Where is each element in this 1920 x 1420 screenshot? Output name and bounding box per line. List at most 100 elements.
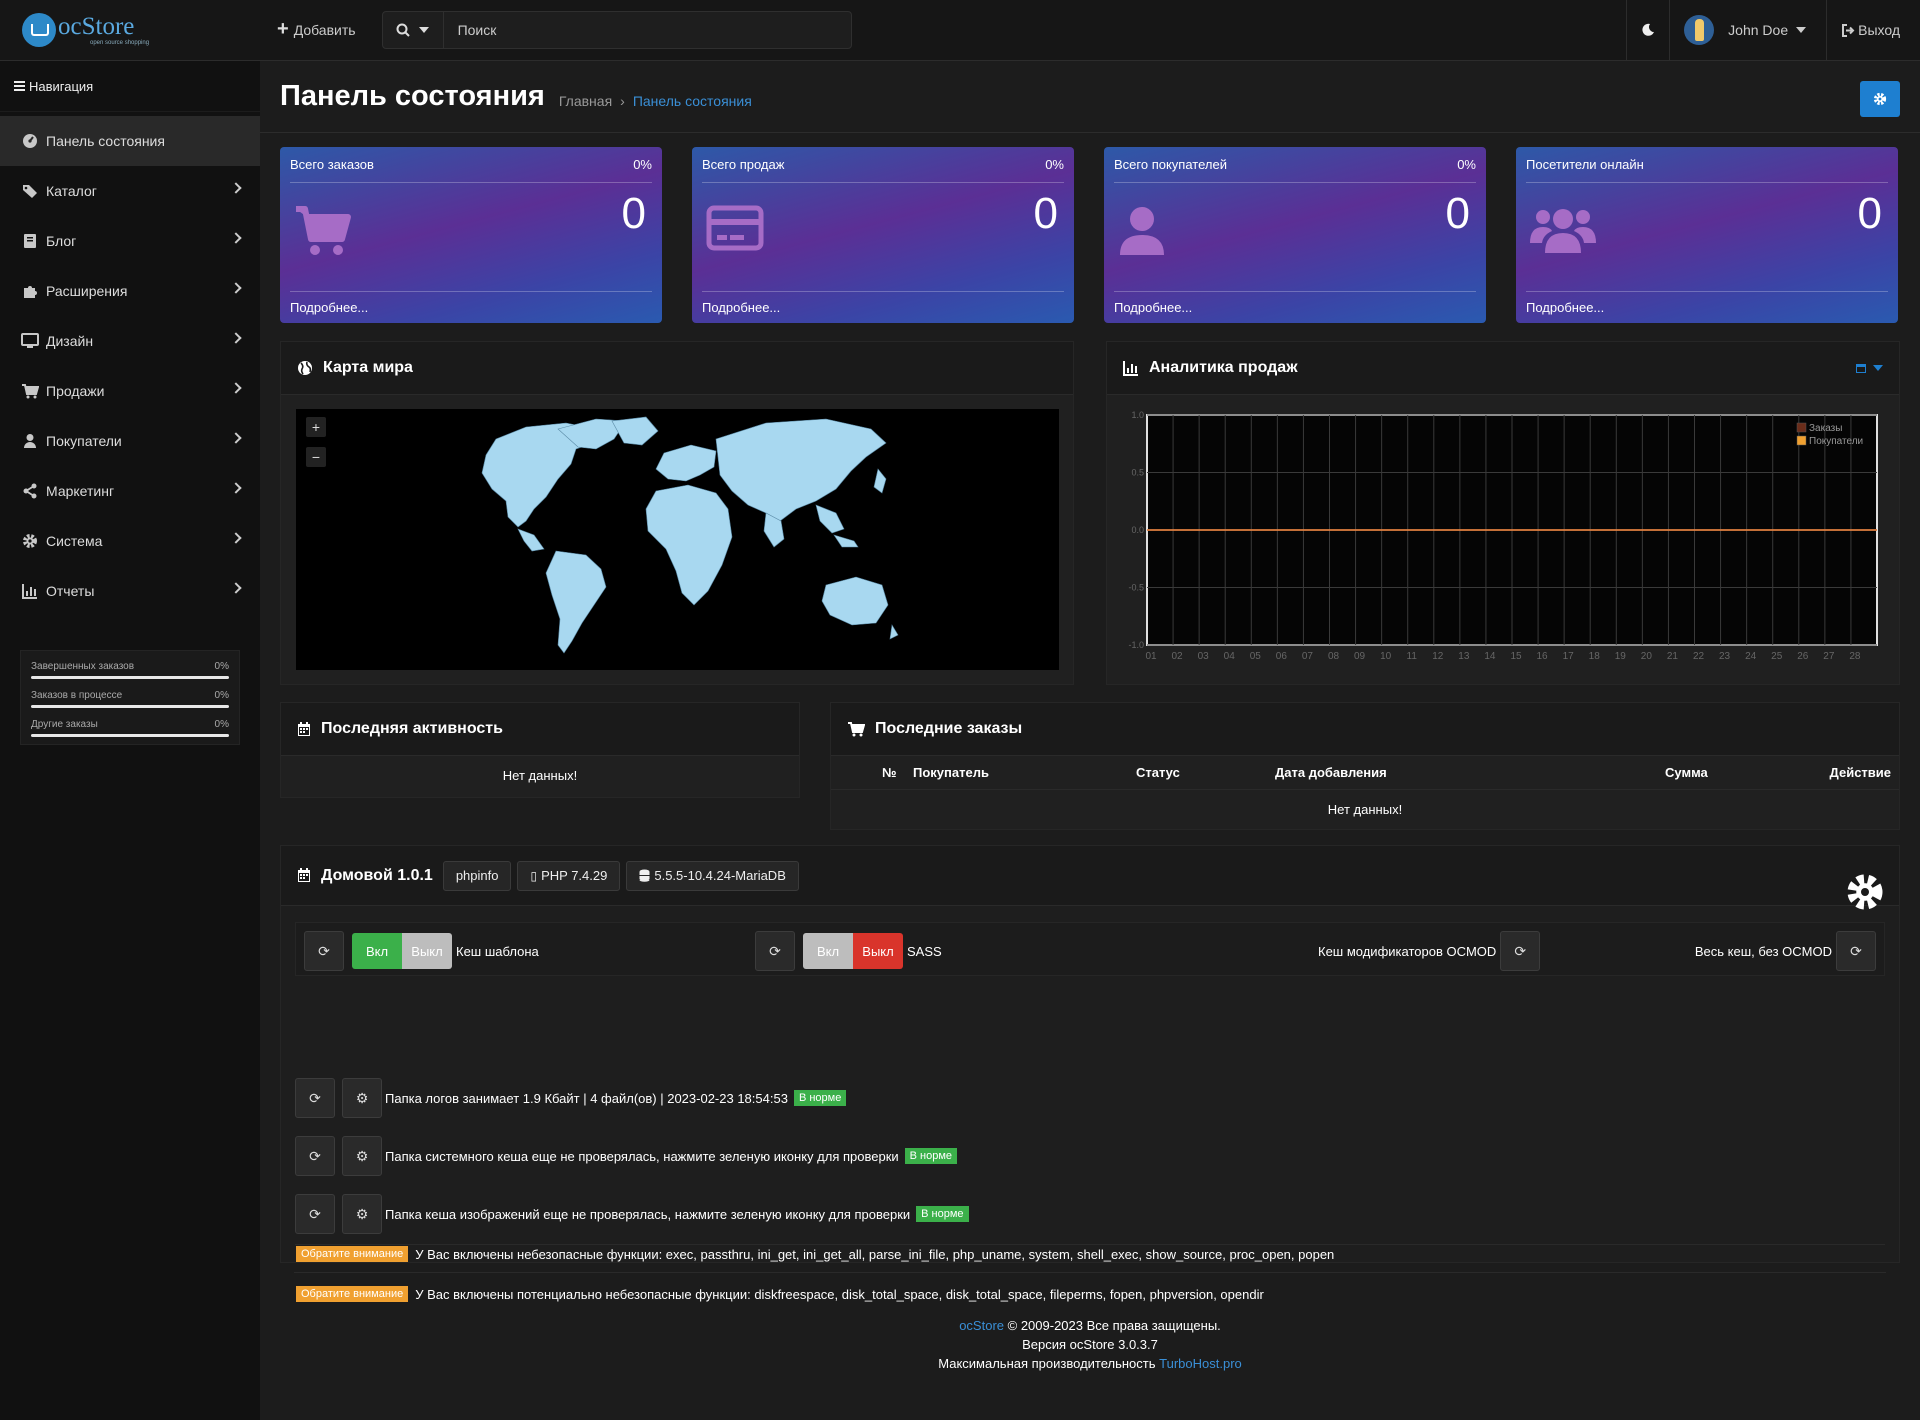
sidebar-item-catalog[interactable]: Каталог: [0, 166, 260, 216]
world-map[interactable]: + −: [296, 409, 1059, 670]
tile-title: Посетители онлайн: [1526, 157, 1644, 172]
x-tick-label: 21: [1667, 651, 1679, 662]
sidebar-item-customers[interactable]: Покупатели: [0, 416, 260, 466]
add-button[interactable]: + Добавить: [269, 10, 364, 50]
sidebar-item-reports[interactable]: Отчеты: [0, 566, 260, 616]
x-tick-label: 04: [1224, 651, 1236, 662]
sass-on-toggle[interactable]: Вкл: [803, 933, 853, 969]
template-cache-on-toggle[interactable]: Вкл: [352, 933, 402, 969]
x-tick-label: 26: [1797, 651, 1809, 662]
php-version-button[interactable]: ▯ PHP 7.4.29: [517, 860, 621, 891]
chevron-down-icon: [1873, 365, 1883, 371]
x-tick-label: 07: [1302, 651, 1314, 662]
main-content: Панель состояния Главная › Панель состоя…: [260, 61, 1920, 1420]
sidebar-item-sales[interactable]: Продажи: [0, 366, 260, 416]
refresh-template-cache-button[interactable]: ⟳: [304, 931, 344, 971]
gear-icon[interactable]: [1845, 872, 1885, 912]
zoom-out-button[interactable]: −: [306, 447, 326, 467]
status-badge: В норме: [916, 1206, 969, 1222]
sidebar-item-design[interactable]: Дизайн: [0, 316, 260, 366]
tile-more-link[interactable]: Подробнее...: [702, 291, 1064, 315]
template-cache-label: Кеш шаблона: [456, 943, 539, 959]
sidebar-item-extensions[interactable]: Расширения: [0, 266, 260, 316]
cart-icon: [294, 205, 352, 260]
add-label: Добавить: [293, 22, 356, 38]
sales-analytics-panel: Аналитика продаж 1.0 0.5 0.0 -0.5 -1.0 01 02 03…: [1106, 341, 1900, 685]
column-header[interactable]: Дата добавления: [1275, 765, 1387, 780]
cart-icon: [848, 722, 865, 737]
refresh-sass-button[interactable]: ⟳: [755, 931, 795, 971]
tile-more-link[interactable]: Подробнее...: [1114, 291, 1476, 315]
x-tick-label: 25: [1771, 651, 1783, 662]
refresh-ocmod-cache-button[interactable]: ⟳: [1500, 931, 1541, 971]
phpinfo-button[interactable]: phpinfo: [442, 860, 512, 891]
breadcrumb-home[interactable]: Главная: [559, 93, 612, 109]
theme-toggle[interactable]: [1626, 0, 1669, 61]
badge-label: PHP 7.4.29: [541, 868, 608, 883]
clean-system-cache-button[interactable]: ⚙: [342, 1136, 382, 1176]
warning-badge: Обратите внимание: [296, 1246, 409, 1262]
refresh-logs-button[interactable]: ⟳: [295, 1078, 335, 1118]
sass-off-toggle[interactable]: Выкл: [853, 933, 903, 969]
warning-badge: Обратите внимание: [296, 1286, 409, 1302]
user-menu[interactable]: John Doe: [1669, 0, 1826, 61]
refresh-all-cache-button[interactable]: ⟳: [1836, 931, 1876, 971]
date-range-dropdown[interactable]: [1855, 362, 1883, 374]
x-tick-label: 12: [1432, 651, 1444, 662]
tile-title: Всего заказов: [290, 157, 374, 172]
cogs-icon: ⚙: [355, 1205, 369, 1222]
template-cache-off-toggle[interactable]: Выкл: [402, 933, 452, 969]
moon-icon: [1642, 23, 1655, 36]
ocmod-cache-label: Кеш модификаторов OCMOD: [1318, 943, 1497, 959]
column-header[interactable]: Покупатель: [913, 765, 989, 780]
footer-host-link[interactable]: TurboHost.pro: [1159, 1356, 1242, 1371]
logo-cart-icon: [22, 13, 56, 47]
sidebar-item-blog[interactable]: Блог: [0, 216, 260, 266]
column-header[interactable]: Сумма: [1665, 765, 1708, 780]
stat-completed: Завершенных заказов 0%: [31, 653, 229, 682]
refresh-system-cache-button[interactable]: ⟳: [295, 1136, 335, 1176]
avatar: [1684, 15, 1715, 45]
nav-toggle[interactable]: Навигация: [0, 61, 260, 112]
bar-chart-icon: [1123, 361, 1138, 376]
stat-label: Завершенных заказов: [31, 661, 135, 672]
clean-image-cache-button[interactable]: ⚙: [342, 1194, 382, 1234]
database-icon: [639, 869, 650, 882]
credit-card-icon: [706, 205, 764, 256]
tile-percent: 0%: [1457, 157, 1476, 172]
clean-logs-button[interactable]: ⚙: [342, 1078, 382, 1118]
user-name: John Doe: [1728, 22, 1789, 38]
row-text: Папка кеша изображений еще не проверялас…: [385, 1206, 911, 1222]
cogs-icon: ⚙: [355, 1089, 369, 1106]
last-activity-panel: Последняя активность Нет данных!: [280, 702, 800, 798]
search-type-dropdown[interactable]: [383, 12, 444, 48]
zoom-in-button[interactable]: +: [306, 417, 326, 437]
search-input[interactable]: [443, 12, 851, 48]
status-badge: В норме: [904, 1148, 958, 1164]
cart-icon: [20, 383, 40, 399]
panel-title: Карта мира: [323, 359, 413, 376]
breadcrumb-separator: ›: [620, 92, 625, 109]
footer-brand-link[interactable]: ocStore: [959, 1318, 1004, 1333]
logout-button[interactable]: Выход: [1826, 0, 1920, 61]
stat-label: Другие заказы: [31, 719, 98, 730]
settings-button[interactable]: [1860, 81, 1900, 117]
breadcrumb-current[interactable]: Панель состояния: [633, 93, 752, 109]
stat-label: Заказов в процессе: [31, 690, 123, 701]
tile-more-link[interactable]: Подробнее...: [290, 291, 652, 315]
refresh-image-cache-button[interactable]: ⟳: [295, 1194, 335, 1234]
tile-percent: 0%: [633, 157, 652, 172]
column-header[interactable]: №: [882, 765, 897, 780]
sidebar-item-marketing[interactable]: Маркетинг: [0, 466, 260, 516]
sidebar-item-system[interactable]: Система: [0, 516, 260, 566]
sidebar-item-dashboard[interactable]: Панель состояния: [0, 116, 260, 166]
empty-message: Нет данных!: [1327, 802, 1403, 817]
column-header[interactable]: Статус: [1136, 765, 1180, 780]
db-version-button[interactable]: 5.5.5-10.4.24-MariaDB: [626, 860, 799, 891]
file-icon: ▯: [530, 868, 538, 883]
tile-more-link[interactable]: Подробнее...: [1526, 291, 1888, 315]
x-tick-label: 28: [1849, 651, 1861, 662]
logo[interactable]: ocStore open source shopping: [0, 0, 260, 61]
panel-header: Домовой 1.0.1 phpinfo ▯ PHP 7.4.29 5.5.5-…: [281, 846, 1899, 910]
template-cache-control: ⟳ Вкл Выкл Кеш шаблона: [304, 931, 539, 971]
